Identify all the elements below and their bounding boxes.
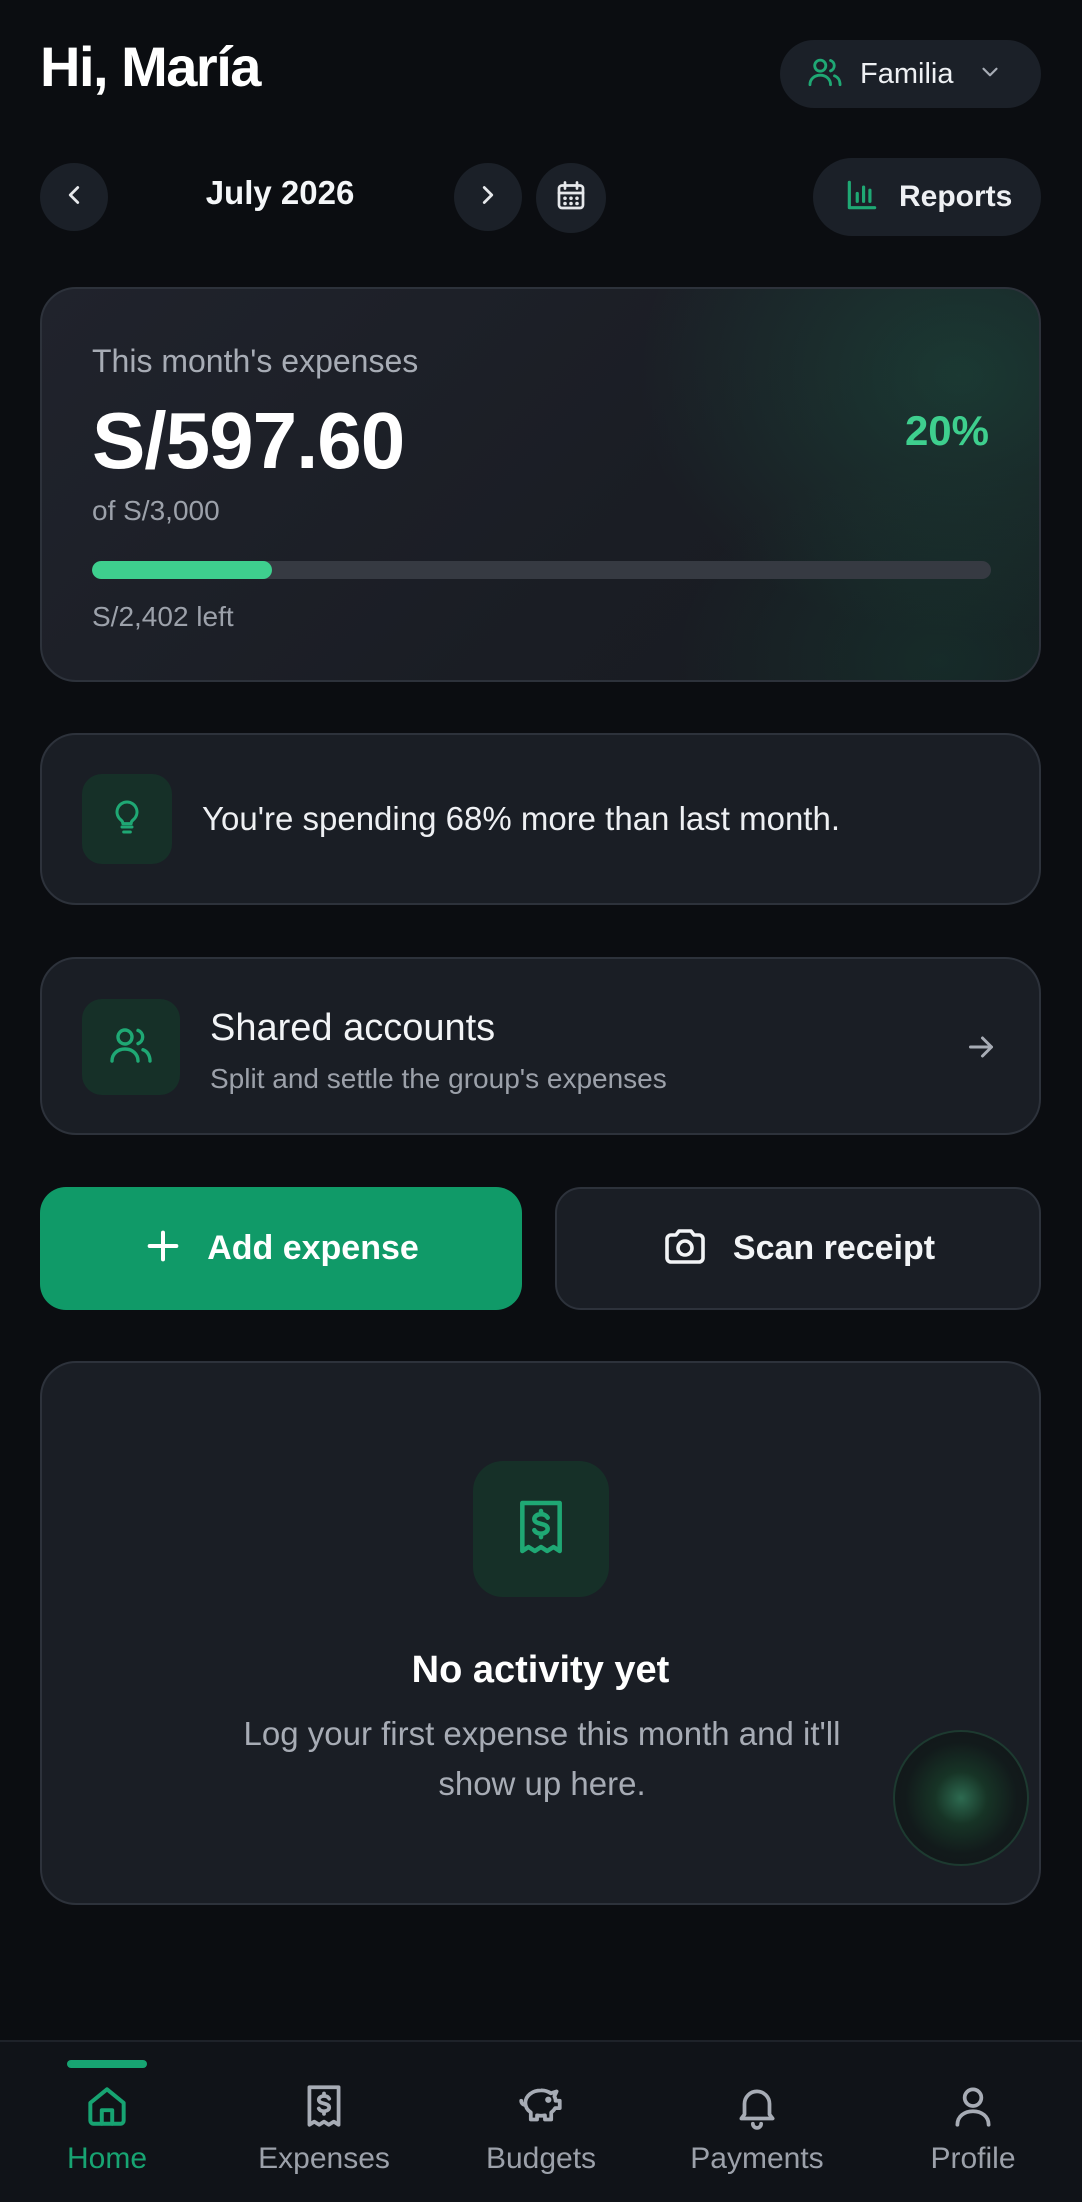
floating-action-button[interactable]: [893, 1730, 1029, 1866]
bar-chart-icon: [843, 176, 881, 219]
calendar-icon: [553, 178, 589, 219]
empty-state-icon-tile: [473, 1461, 609, 1597]
activity-empty-state: No activity yet Log your first expense t…: [40, 1361, 1041, 1905]
nav-item-home[interactable]: Home: [7, 2042, 207, 2202]
plus-icon: [143, 1226, 183, 1271]
calendar-button[interactable]: [536, 163, 606, 233]
user-icon: [948, 2078, 998, 2134]
receipt-icon: [299, 2078, 349, 2134]
empty-state-description: Log your first expense this month and it…: [243, 1715, 841, 1802]
chevron-left-icon: [59, 180, 89, 215]
nav-label-payments: Payments: [690, 2142, 824, 2175]
reports-button[interactable]: Reports: [813, 158, 1041, 236]
summary-amount: S/597.60: [92, 396, 405, 485]
shared-accounts-icon-tile: [82, 999, 180, 1095]
group-selector[interactable]: Familia: [780, 40, 1041, 108]
bottom-navigation: Home Expenses Budgets Payments Profile: [0, 2040, 1082, 2202]
shared-accounts-card[interactable]: Shared accounts Split and settle the gro…: [40, 957, 1041, 1135]
reports-label: Reports: [899, 180, 1013, 213]
users-icon: [806, 53, 844, 96]
nav-item-payments[interactable]: Payments: [657, 2042, 857, 2202]
lightbulb-icon: [107, 797, 147, 842]
receipt-icon: [509, 1495, 573, 1564]
shared-accounts-title: Shared accounts: [210, 1007, 496, 1049]
nav-item-profile[interactable]: Profile: [873, 2042, 1073, 2202]
nav-item-budgets[interactable]: Budgets: [441, 2042, 641, 2202]
home-icon: [82, 2078, 132, 2134]
greeting-title: Hi, María: [40, 35, 261, 98]
group-selector-label: Familia: [860, 57, 954, 90]
nav-label-home: Home: [66, 2142, 148, 2175]
nav-item-expenses[interactable]: Expenses: [224, 2042, 424, 2202]
expense-summary-card: This month's expenses S/597.60 20% of S/…: [40, 287, 1041, 682]
summary-label: This month's expenses: [92, 343, 419, 379]
add-expense-label: Add expense: [207, 1229, 419, 1267]
shared-accounts-subtitle: Split and settle the group's expenses: [210, 1063, 667, 1094]
nav-label-budgets: Budgets: [485, 2142, 597, 2175]
previous-month-button[interactable]: [40, 163, 108, 231]
chevron-right-icon: [473, 180, 503, 215]
add-expense-button[interactable]: Add expense: [40, 1187, 522, 1310]
summary-percent: 20%: [904, 407, 989, 454]
chevron-down-icon: [977, 59, 1003, 90]
summary-remaining: S/2,402 left: [92, 601, 234, 632]
scan-receipt-button[interactable]: Scan receipt: [555, 1187, 1041, 1310]
arrow-right-icon: [963, 1029, 999, 1070]
insight-icon-tile: [82, 774, 172, 864]
budget-progress-fill: [92, 561, 272, 579]
insight-text: You're spending 68% more than last month…: [202, 800, 840, 837]
users-icon: [107, 1021, 155, 1074]
camera-icon: [661, 1222, 709, 1275]
month-label: July 2026: [205, 174, 355, 211]
budget-progress-bar: [92, 561, 991, 579]
nav-label-expenses: Expenses: [258, 2142, 390, 2175]
piggy-bank-icon: [516, 2078, 566, 2134]
scan-receipt-label: Scan receipt: [732, 1229, 936, 1267]
nav-label-profile: Profile: [930, 2142, 1016, 2175]
summary-budget: of S/3,000: [92, 495, 220, 526]
bell-icon: [732, 2078, 782, 2134]
empty-state-title: No activity yet: [411, 1649, 670, 1691]
insight-card: You're spending 68% more than last month…: [40, 733, 1041, 905]
next-month-button[interactable]: [454, 163, 522, 231]
